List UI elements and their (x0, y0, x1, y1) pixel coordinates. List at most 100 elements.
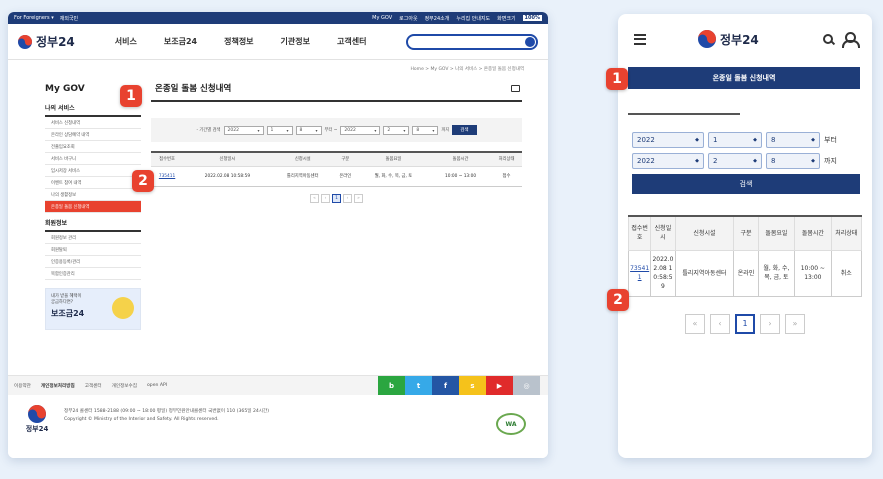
sidebar-item-auth-register[interactable]: 인증용등록/관리 (45, 256, 141, 268)
kakaostory-icon[interactable]: s (459, 376, 486, 396)
period-filter: - 기간별 검색 2022 1 8 부터 ~ 2022 2 8 까지 검색 (151, 118, 522, 142)
search-icon[interactable] (525, 36, 535, 47)
instagram-icon[interactable]: ◎ (513, 376, 540, 396)
mygov-link[interactable]: My GOV (372, 15, 392, 21)
divider (628, 113, 740, 115)
sidebar: My GOV 나의 서비스 서비스 신청내역 온라인 상담예약 내역 전출입요조… (45, 84, 141, 330)
to-day-select[interactable]: 8 (412, 125, 439, 135)
mobile-logo-text: 정부24 (720, 32, 759, 47)
footer-customer-link[interactable]: 고객센터 (85, 383, 102, 389)
from-year-select[interactable]: 2022 (223, 125, 264, 135)
footer-logo-text: 정부24 (25, 425, 49, 433)
footer-openapi-link[interactable]: open API (147, 383, 167, 388)
m-to-month-select[interactable]: 2 (708, 153, 762, 169)
m-page-first-button[interactable]: « (685, 313, 705, 334)
nav-subsidy24[interactable]: 보조금24 (164, 36, 197, 47)
page-next-button[interactable]: › (343, 193, 352, 203)
search-icon[interactable] (823, 34, 833, 44)
from-month-select[interactable]: 1 (266, 125, 293, 135)
sidebar-item-service-history[interactable]: 서비스 신청내역 (45, 117, 141, 129)
cell-status: 접수 (491, 166, 522, 187)
footer-nav: 이용약관 개인정보처리방침 고객센터 개인정보수집 open API b t f… (8, 375, 548, 396)
m-page-last-button[interactable]: » (785, 313, 805, 334)
sidebar-item-transfer[interactable]: 전출입요조회 (45, 141, 141, 153)
sidebar-item-events[interactable]: 이벤트 참여 내역 (45, 177, 141, 189)
sitemap-link[interactable]: 누리집 안내지도 (456, 15, 490, 22)
sidebar-item-saved-services[interactable]: 임시저장 서비스 (45, 165, 141, 177)
sidebar-item-withdraw[interactable]: 회원탈퇴 (45, 244, 141, 256)
page-first-button[interactable]: « (310, 193, 319, 203)
taegeuk-icon (18, 34, 32, 49)
page-title: 온종일 돌봄 신청내역 (155, 84, 232, 94)
m-receipt-no-link[interactable]: 735411 (630, 265, 649, 281)
m-page-next-button[interactable]: › (760, 313, 780, 334)
site-logo[interactable]: 정부24 (18, 33, 75, 50)
col-facility: 신청시설 (271, 152, 334, 167)
page-last-button[interactable]: » (354, 193, 363, 203)
sidebar-item-service-basket[interactable]: 서비스 바구니 (45, 153, 141, 165)
desktop-screenshot: For Foreigners ▾ 재외국민 My GOV 로그아웃 정부24소개… (8, 12, 548, 458)
sidebar-item-multi-auth[interactable]: 복합인증관리 (45, 268, 141, 280)
m-col-date: 신청일시 (650, 216, 676, 251)
about-link[interactable]: 정부24소개 (425, 15, 450, 22)
cell-type: 온라인 (333, 166, 357, 187)
footer-terms-link[interactable]: 이용약관 (14, 383, 31, 389)
m-to-suffix: 까지 (824, 157, 837, 165)
footer-logo: 정부24 (22, 405, 52, 434)
overseas-korean-link[interactable]: 재외국민 (60, 15, 78, 22)
mobile-logo[interactable]: 정부24 (698, 30, 759, 48)
print-icon[interactable] (511, 84, 520, 92)
m-from-day-select[interactable]: 8 (766, 132, 820, 148)
sidebar-item-member-manage[interactable]: 회원정보 관리 (45, 232, 141, 244)
m-col-type: 구분 (733, 216, 759, 251)
receipt-no-link[interactable]: 735411 (159, 174, 175, 179)
for-foreigners-link[interactable]: For Foreigners ▾ (14, 15, 54, 22)
m-from-month-select[interactable]: 1 (708, 132, 762, 148)
to-year-select[interactable]: 2022 (340, 125, 381, 135)
zoom-value[interactable]: 100% (522, 15, 542, 21)
nav-agency-info[interactable]: 기관정보 (281, 36, 310, 47)
footer-privacy-link[interactable]: 개인정보처리방침 (41, 383, 75, 389)
subsidy-banner[interactable]: 내가 받을 혜택이 궁금하다면? 보조금24 (45, 288, 141, 330)
zoom-label: 화면크기 (497, 15, 516, 22)
sidebar-item-life-info[interactable]: 나의 생활정보 (45, 189, 141, 201)
m-page-1-button[interactable]: 1 (735, 313, 755, 334)
page-1-button[interactable]: 1 (332, 193, 341, 203)
nav-policy-info[interactable]: 정책정보 (224, 36, 253, 47)
col-receipt-no: 접수번호 (151, 152, 184, 167)
search-input[interactable] (406, 33, 538, 50)
from-day-select[interactable]: 8 (295, 125, 322, 135)
search-button[interactable]: 검색 (452, 125, 477, 135)
callout-2: 2 (132, 170, 154, 192)
facebook-icon[interactable]: f (432, 376, 459, 396)
logo-text: 정부24 (36, 35, 75, 49)
youtube-icon[interactable]: ▶ (486, 376, 513, 396)
m-search-button[interactable]: 검색 (632, 174, 860, 194)
logout-link[interactable]: 로그아웃 (399, 15, 417, 22)
taegeuk-icon (28, 405, 46, 423)
m-col-days: 돌봄요일 (757, 216, 796, 251)
blog-icon[interactable]: b (378, 376, 405, 396)
twitter-icon[interactable]: t (405, 376, 432, 396)
sidebar-item-consult-history[interactable]: 온라인 상담예약 내역 (45, 129, 141, 141)
nav-customer-center[interactable]: 고객센터 (337, 36, 366, 47)
footer-copyright: Copyright © Ministry of the Interior and… (64, 417, 219, 422)
footer-privacy-collect-link[interactable]: 개인정보수집 (112, 383, 137, 389)
m-from-suffix: 부터 (824, 136, 837, 144)
page-prev-button[interactable]: ‹ (321, 193, 330, 203)
web-accessibility-mark: WA (496, 413, 526, 435)
mobile-pagination: « ‹ 1 › » (618, 313, 872, 334)
cell-date: 2022.02.08 10:58:59 (183, 166, 272, 187)
to-month-select[interactable]: 2 (383, 125, 410, 135)
m-cell-days: 월, 화, 수, 목, 금, 토 (757, 249, 796, 297)
footer-callcenter: 정부24 콜센터 1588-2188 (09:00 ~ 18:00 평일) 정부… (64, 409, 270, 414)
nav-services[interactable]: 서비스 (115, 36, 137, 47)
sidebar-item-care-history[interactable]: 온종일 돌봄 신청내역 (45, 201, 141, 213)
m-to-year-select[interactable]: 2022 (632, 153, 704, 169)
user-icon[interactable] (842, 32, 860, 48)
m-page-prev-button[interactable]: ‹ (710, 313, 730, 334)
m-to-day-select[interactable]: 8 (766, 153, 820, 169)
menu-icon[interactable] (634, 33, 646, 45)
to-suffix: 까지 (441, 128, 450, 133)
m-from-year-select[interactable]: 2022 (632, 132, 704, 148)
